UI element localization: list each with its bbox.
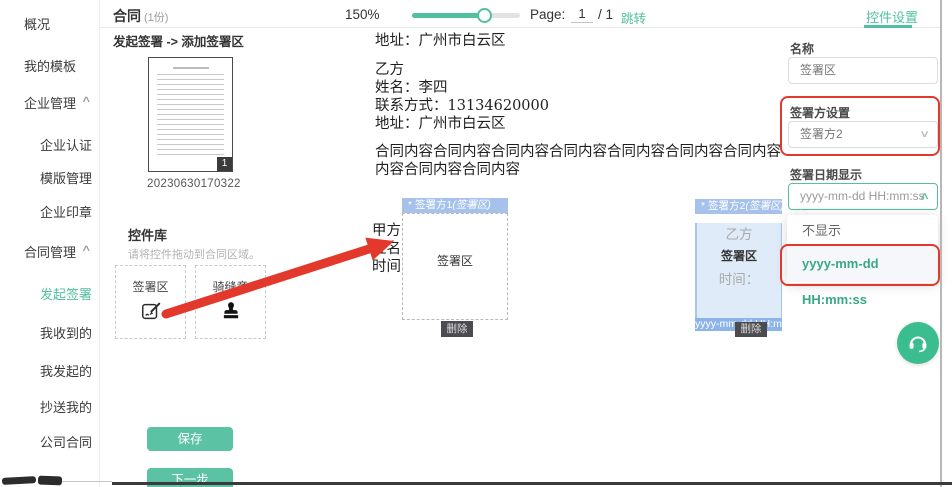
sign-date-label: 签署日期显示 — [790, 166, 862, 183]
sidebar-item-initiate-sign[interactable]: 发起签署 — [0, 282, 100, 302]
window-bottom-edge — [112, 482, 952, 485]
control-library-hint: 请将控件拖动到合同区域。 — [128, 246, 260, 262]
sidebar-item-contract-mgmt[interactable]: 合同管理∧ — [0, 240, 100, 260]
name-input[interactable]: 签署区 — [788, 57, 938, 84]
doc-address-top: 地址：广州市白云区 — [375, 29, 506, 50]
tab-active-indicator — [864, 25, 912, 28]
signature-box2-body[interactable]: 乙方 签署区 时间： — [695, 223, 783, 318]
control-library-title: 控件库 — [128, 225, 167, 244]
signature-box2-delete-button[interactable]: 删除 — [735, 322, 767, 337]
signature-box1-delete-button[interactable]: 删除 — [441, 321, 473, 337]
signature-box2-header: * 签署方2(签署区) — [695, 199, 783, 214]
chevron-up-icon: ∧ — [919, 184, 930, 209]
page-label: Page: — [530, 7, 565, 22]
zoom-slider-fill — [412, 13, 486, 18]
sidebar: 概况 我的模板 企业管理∧ 企业认证 模版管理 企业印章 合同管理∧ 发起签署 … — [0, 0, 100, 487]
signature-box1-body[interactable]: 签署区 — [402, 213, 508, 320]
signer-select[interactable]: 签署方2∨ — [788, 121, 938, 148]
sidebar-item-overview[interactable]: 概况 — [0, 12, 100, 32]
signature-pen-icon — [116, 300, 185, 322]
date-format-select[interactable]: yyyy-mm-dd HH:mm:ss∧ — [788, 183, 938, 210]
doc-content-line2: 内容合同内容合同内容 — [375, 158, 520, 179]
zoom-level: 150% — [345, 7, 380, 22]
sidebar-item-initiated[interactable]: 我发起的 — [0, 359, 100, 379]
signature-box-party2[interactable]: * 签署方2(签署区) 乙方 签署区 时间： yyyy-mm-dd HH:mm — [695, 199, 783, 331]
doc-party-b-behind: 乙方 — [697, 223, 781, 243]
tab-control-settings[interactable]: 控件设置 — [866, 7, 918, 26]
sidebar-item-cc-me[interactable]: 抄送我的 — [0, 395, 100, 415]
thumbnail-filename: 20230630170322 — [147, 178, 241, 190]
signature-box-party1[interactable]: * 签署方1(签署区) 签署区 — [402, 198, 508, 320]
sidebar-item-template-mgmt[interactable]: 模版管理 — [0, 166, 100, 186]
doc-party-b-addr: 地址：广州市白云区 — [375, 112, 506, 133]
toolbar — [100, 0, 940, 28]
contract-sign-setup-page: 概况 我的模板 企业管理∧ 企业认证 模版管理 企业印章 合同管理∧ 发起签署 … — [0, 0, 952, 487]
save-button[interactable]: 保存 — [147, 427, 233, 451]
sidebar-item-received[interactable]: 我收到的 — [0, 321, 100, 341]
control-paging-seal[interactable]: 骑缝章 — [195, 265, 266, 339]
dropdown-option-none[interactable]: 不显示 — [787, 216, 938, 246]
sidebar-item-my-templates[interactable]: 我的模板 — [0, 54, 100, 74]
clipped-line-artifact — [62, 481, 112, 482]
sidebar-item-enterprise-auth[interactable]: 企业认证 — [0, 133, 100, 153]
sidebar-item-enterprise-seal[interactable]: 企业印章 — [0, 200, 100, 220]
page-total: / 1 — [598, 7, 613, 22]
chevron-up-icon: ∧ — [81, 243, 92, 254]
doc-title: 合同(1份) — [113, 6, 168, 26]
scrollbar-track[interactable] — [940, 0, 942, 487]
name-field-label: 名称 — [790, 40, 814, 57]
sidebar-item-enterprise-mgmt[interactable]: 企业管理∧ — [0, 91, 100, 111]
breadcrumb: 发起签署 -> 添加签署区 — [113, 31, 244, 50]
stamp-icon — [196, 300, 265, 322]
chevron-up-icon: ∧ — [81, 94, 92, 105]
thumbnail-title-line — [173, 67, 209, 69]
clipped-text-artifact — [38, 476, 62, 486]
doc-time-behind: 时间： — [697, 268, 781, 288]
signature-box1-header: * 签署方1(签署区) — [402, 198, 508, 213]
sidebar-item-company-contracts[interactable]: 公司合同 — [0, 430, 100, 450]
page-thumbnail[interactable]: 1 — [148, 57, 233, 172]
control-signature-area[interactable]: 签署区 — [115, 265, 186, 339]
signer-setting-label: 签署方设置 — [790, 104, 850, 121]
page-jump-button[interactable]: 跳转 — [621, 8, 646, 27]
doc-count: (1份) — [144, 12, 168, 24]
thumbnail-text-lines — [157, 74, 224, 159]
customer-support-button[interactable] — [897, 322, 939, 364]
thumbnail-page-badge: 1 — [217, 157, 232, 171]
headset-icon — [897, 331, 939, 355]
page-number-input[interactable] — [571, 5, 593, 23]
zoom-slider-handle[interactable] — [477, 8, 492, 23]
chevron-down-icon: ∨ — [919, 122, 930, 147]
dropdown-option-datetime[interactable]: yyyy-mm-dd HH:mm:ss — [787, 246, 938, 282]
